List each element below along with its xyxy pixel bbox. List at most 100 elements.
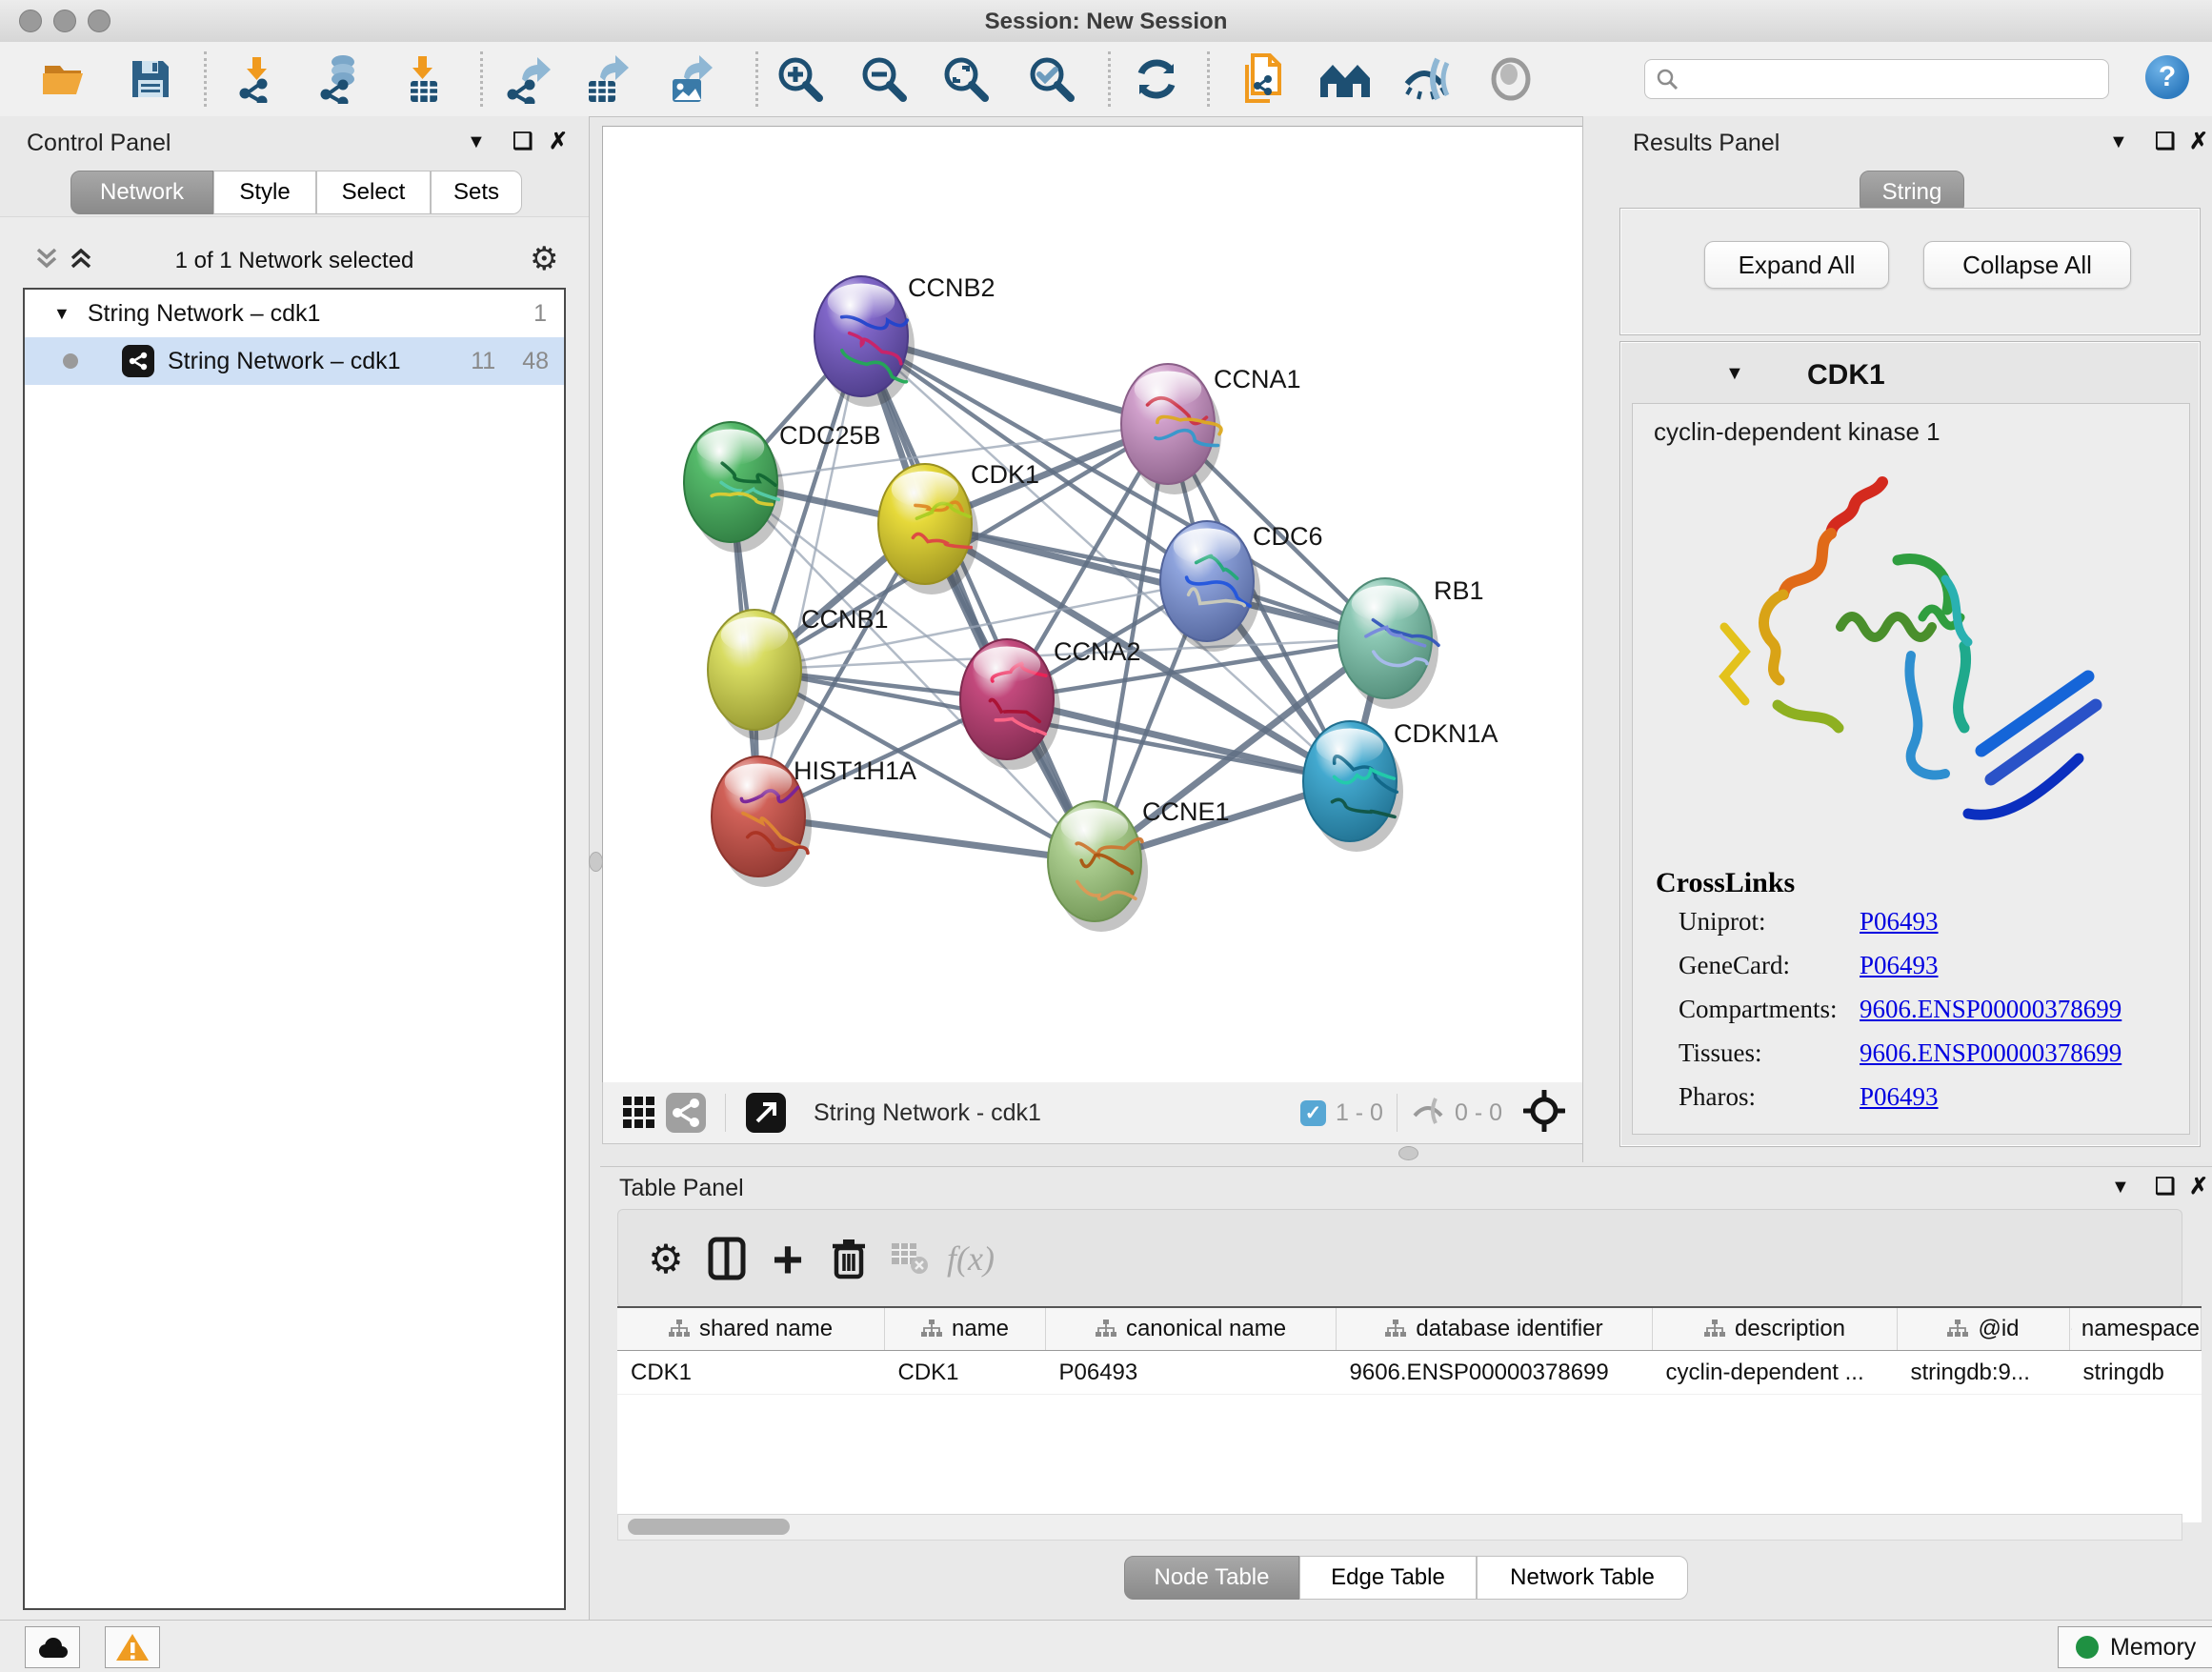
results-panel-float-icon[interactable]: ❑ [2155, 128, 2176, 155]
tab-network[interactable]: Network [70, 171, 213, 214]
column-header--id[interactable]: @id [1898, 1307, 2070, 1351]
results-panel-menu-icon[interactable]: ▼ [2109, 131, 2128, 153]
first-neighbors-icon[interactable] [1318, 55, 1372, 103]
network-options-gear-icon[interactable]: ⚙ [530, 240, 558, 278]
table-panel-menu-icon[interactable]: ▼ [2111, 1177, 2130, 1199]
table-cell[interactable]: CDK1 [617, 1351, 885, 1395]
control-panel-float-icon[interactable]: ❑ [513, 128, 533, 155]
app-status-bar: Memory [0, 1620, 2212, 1672]
table-cell[interactable]: 9606.ENSP00000378699 [1337, 1351, 1653, 1395]
table-horizontal-scrollbar[interactable] [617, 1514, 2182, 1541]
horizontal-splitter-handle[interactable] [1398, 1146, 1418, 1160]
tab-style[interactable]: Style [213, 171, 316, 214]
export-table-icon[interactable] [581, 55, 634, 103]
table-cell[interactable]: stringdb:9... [1898, 1351, 2070, 1395]
cloud-button[interactable] [25, 1626, 80, 1668]
new-network-from-selection-icon[interactable] [1237, 55, 1290, 103]
crosslink-link[interactable]: P06493 [1860, 1082, 1939, 1126]
zoom-in-icon[interactable] [774, 55, 827, 103]
export-image-icon[interactable] [665, 55, 718, 103]
zoom-fit-icon[interactable] [939, 55, 993, 103]
network-graph[interactable]: CCNB2CCNA1CDC25BCDK1CDC6RB1CCNB1CCNA2CDK… [603, 127, 1582, 1083]
birdseye-grid-icon[interactable] [618, 1096, 660, 1130]
toolbar-separator [1207, 51, 1210, 107]
table-cell[interactable]: P06493 [1046, 1351, 1337, 1395]
selected-nodes-checkbox-icon[interactable]: ✓ [1300, 1100, 1326, 1126]
network-edge-CCNB2-HIST1H1A[interactable] [758, 336, 861, 816]
import-network-from-file-icon[interactable] [232, 55, 286, 103]
expand-all-button[interactable]: Expand All [1704, 241, 1889, 289]
network-share-icon[interactable] [660, 1093, 712, 1133]
network-node-CDKN1A[interactable]: CDKN1A [1303, 719, 1498, 852]
network-node-CDK1[interactable]: CDK1 [878, 460, 1039, 594]
crosslink-label: GeneCard: [1679, 951, 1860, 995]
open-in-window-icon[interactable] [739, 1093, 793, 1133]
delete-table-icon[interactable] [879, 1242, 940, 1275]
column-header-canonical-name[interactable]: canonical name [1046, 1307, 1337, 1351]
network-node-CCNA1[interactable]: CCNA1 [1121, 364, 1301, 494]
zoom-selected-icon[interactable] [1025, 55, 1078, 103]
pan-crosshair-icon[interactable] [1523, 1090, 1565, 1137]
node-label-HIST1H1A: HIST1H1A [794, 756, 916, 785]
tab-edge-table[interactable]: Edge Table [1299, 1556, 1477, 1600]
import-table-from-file-icon[interactable] [398, 55, 452, 103]
control-panel-close-icon[interactable]: ✗ [549, 128, 568, 155]
table-panel-float-icon[interactable]: ❑ [2155, 1173, 2176, 1200]
crosslink-label: Tissues: [1679, 1038, 1860, 1082]
import-network-from-database-icon[interactable] [312, 55, 366, 103]
help-icon[interactable]: ? [2145, 55, 2189, 99]
collapse-all-button[interactable]: Collapse All [1923, 241, 2131, 289]
network-canvas[interactable]: CCNB2CCNA1CDC25BCDK1CDC6RB1CCNB1CCNA2CDK… [602, 126, 1583, 1084]
column-attribute-icon [1947, 1319, 1968, 1339]
network-node-CCNB2[interactable]: CCNB2 [814, 273, 995, 407]
crosslink-link[interactable]: P06493 [1860, 951, 1939, 995]
table-row[interactable]: CDK1CDK1P064939606.ENSP00000378699cyclin… [617, 1351, 2202, 1395]
function-builder-icon[interactable]: f(x) [940, 1239, 1001, 1279]
table-scrollbar-thumb[interactable] [628, 1519, 790, 1535]
collection-expand-icon[interactable]: ▼ [53, 304, 70, 324]
table-options-gear-icon[interactable]: ⚙ [635, 1236, 696, 1282]
network-row[interactable]: String Network – cdk1 11 48 [25, 337, 564, 385]
network-node-CDC25B[interactable]: CDC25B [684, 421, 881, 553]
tab-node-table[interactable]: Node Table [1124, 1556, 1299, 1600]
crosslink-link[interactable]: 9606.ENSP00000378699 [1860, 995, 2122, 1038]
table-cell[interactable]: stringdb [2070, 1351, 2202, 1395]
left-splitter-handle[interactable] [589, 852, 603, 872]
network-node-CCNE1[interactable]: CCNE1 [1048, 797, 1230, 932]
table-panel-close-icon[interactable]: ✗ [2189, 1173, 2208, 1200]
warnings-button[interactable] [105, 1626, 160, 1668]
hide-selected-icon[interactable] [1400, 55, 1454, 103]
crosslink-link[interactable]: 9606.ENSP00000378699 [1860, 1038, 2122, 1082]
column-header-namespace[interactable]: namespace [2070, 1307, 2202, 1351]
network-node-RB1[interactable]: RB1 [1338, 576, 1484, 709]
network-collection-row[interactable]: ▼ String Network – cdk1 1 [25, 290, 564, 337]
table-cell[interactable]: cyclin-dependent ... [1653, 1351, 1898, 1395]
show-all-icon[interactable] [1484, 55, 1538, 103]
memory-button[interactable]: Memory [2058, 1626, 2212, 1668]
column-header-description[interactable]: description [1653, 1307, 1898, 1351]
crosslink-link[interactable]: P06493 [1860, 907, 1939, 951]
tab-select[interactable]: Select [316, 171, 431, 214]
global-search-input[interactable] [1679, 66, 2099, 92]
results-panel-close-icon[interactable]: ✗ [2189, 128, 2208, 155]
export-network-icon[interactable] [503, 55, 556, 103]
create-column-plus-icon[interactable]: + [757, 1228, 818, 1290]
column-header-label: @id [1978, 1316, 2019, 1342]
tab-sets[interactable]: Sets [431, 171, 522, 214]
column-header-shared-name[interactable]: shared name [617, 1307, 885, 1351]
show-columns-icon[interactable] [696, 1237, 757, 1280]
open-session-icon[interactable] [38, 55, 91, 103]
delete-column-trash-icon[interactable] [818, 1237, 879, 1280]
control-panel-menu-icon[interactable]: ▼ [467, 131, 486, 153]
table-cell[interactable]: CDK1 [885, 1351, 1046, 1395]
gene-expand-icon[interactable]: ▼ [1725, 363, 1744, 385]
control-panel: Control Panel ▼ ❑ ✗ NetworkStyleSelectSe… [0, 116, 590, 1620]
refresh-icon[interactable] [1130, 55, 1183, 103]
column-header-database-identifier[interactable]: database identifier [1337, 1307, 1653, 1351]
save-session-icon[interactable] [124, 55, 177, 103]
tab-network-table[interactable]: Network Table [1477, 1556, 1688, 1600]
column-header-name[interactable]: name [885, 1307, 1046, 1351]
zoom-out-icon[interactable] [857, 55, 911, 103]
hidden-eye-icon[interactable] [1411, 1097, 1445, 1130]
selected-counts: 1 - 0 [1336, 1099, 1383, 1127]
